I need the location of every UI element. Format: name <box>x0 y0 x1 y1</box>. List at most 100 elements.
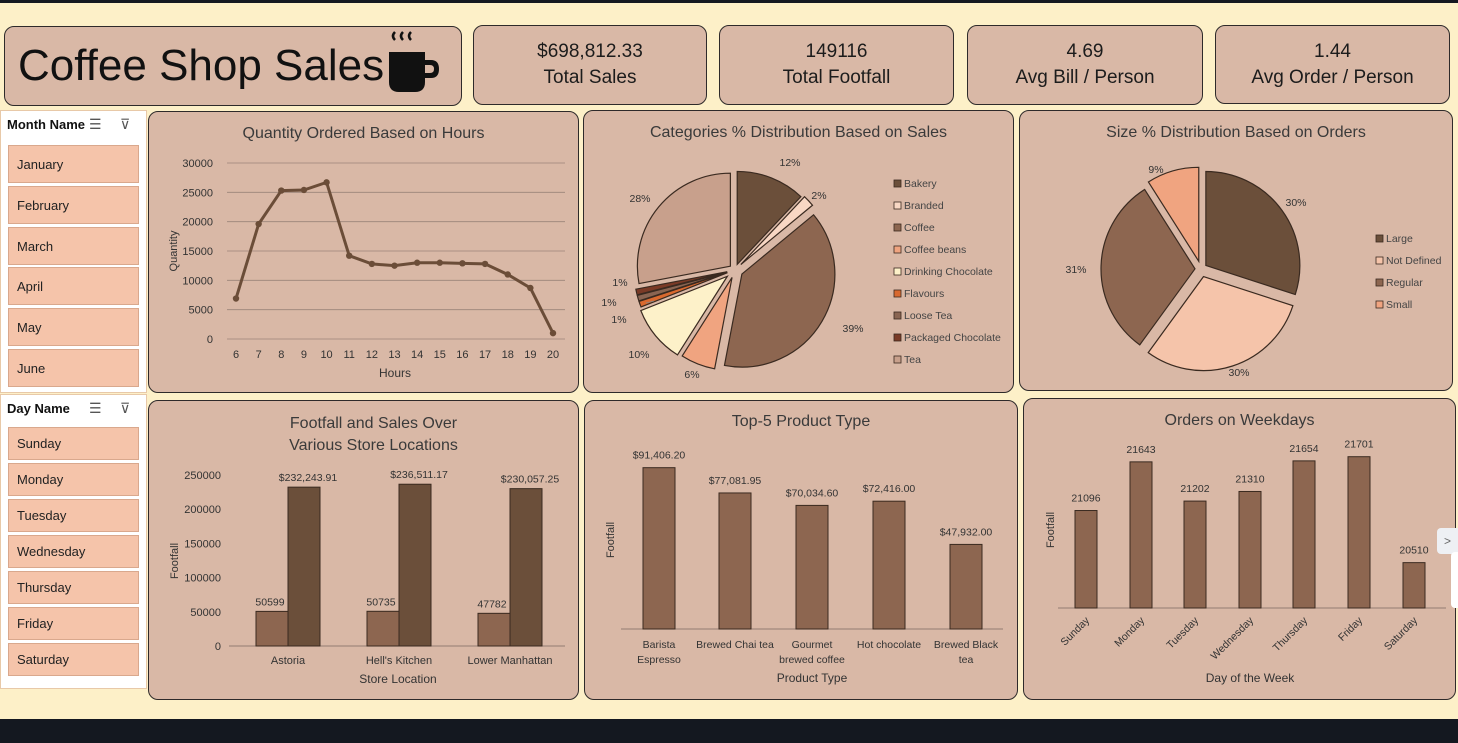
x-tick-label: 13 <box>388 349 400 361</box>
bar <box>642 467 676 630</box>
chart-card-sizes: Size % Distribution Based on Orders 30% 3… <box>1019 110 1453 391</box>
chart-card-hours: Quantity Ordered Based on Hours 0 5000 100… <box>148 111 579 393</box>
y-tick-label: 200000 <box>184 504 221 516</box>
bar <box>477 612 511 647</box>
slicer-item-tuesday[interactable]: Tuesday <box>8 499 139 532</box>
y-axis-label: Footfall <box>169 543 181 579</box>
bar <box>795 504 829 630</box>
bottom-bar <box>0 719 1458 743</box>
data-label: 47782 <box>477 598 506 610</box>
slice-label: 30% <box>1285 197 1306 209</box>
y-tick-label: 15000 <box>182 246 213 258</box>
legend-swatch <box>893 245 902 254</box>
slice-label: 39% <box>842 323 863 335</box>
slicer-item-saturday[interactable]: Saturday <box>8 643 139 676</box>
x-tick-label: brewed coffee <box>779 654 845 666</box>
clear-filter-icon[interactable]: ⊽ <box>120 116 130 133</box>
month-slicer-header: Month Name ☰ ⊽ <box>1 111 146 137</box>
slicer-item-march[interactable]: March <box>8 227 139 265</box>
bar <box>1347 456 1371 609</box>
products-bar-chart: $91,406.20 Barista Espresso $77,081.95 Brewe… <box>605 450 1003 685</box>
multi-select-icon[interactable]: ☰ <box>89 116 102 133</box>
legend-label: Regular <box>1386 277 1423 289</box>
legend-swatch <box>893 333 902 342</box>
x-tick-label: Espresso <box>637 654 681 666</box>
bar <box>255 610 289 647</box>
chart-card-categories: Categories % Distribution Based on Sales… <box>583 110 1014 393</box>
data-label: $72,416.00 <box>863 483 916 495</box>
slicer-item-wednesday[interactable]: Wednesday <box>8 535 139 568</box>
slice-label: 1% <box>611 314 626 326</box>
slicer-item-friday[interactable]: Friday <box>8 607 139 640</box>
kpi-label: Total Footfall <box>782 67 891 88</box>
multi-select-icon[interactable]: ☰ <box>89 400 102 417</box>
x-tick-label: 12 <box>366 349 378 361</box>
y-tick-label: 25000 <box>182 187 213 199</box>
data-point <box>232 295 240 302</box>
chart-card-weekdays: Orders on Weekdays 21096 Sunday 21643 Monda… <box>1023 398 1456 700</box>
categories-pie-chart: 12% 2% 39% 6% 10% 1% 1% 1% 28% Bakery Branded Coffe… <box>601 157 1001 381</box>
slice-label: 28% <box>629 193 650 205</box>
kpi-avg-bill: 4.69 Avg Bill / Person <box>967 25 1203 105</box>
month-slicer: Month Name ☰ ⊽ January February March Ap… <box>0 110 147 393</box>
slicer-item-january[interactable]: January <box>8 145 139 183</box>
x-tick-label: 17 <box>479 349 491 361</box>
legend-swatch <box>1375 300 1384 309</box>
slicer-item-thursday[interactable]: Thursday <box>8 571 139 604</box>
side-scroll-handle[interactable] <box>1451 552 1458 608</box>
legend-swatch <box>1375 234 1384 243</box>
kpi-total-sales: $698,812.33 Total Sales <box>473 25 707 105</box>
data-label: 21310 <box>1235 473 1264 485</box>
data-label: 21202 <box>1180 483 1209 495</box>
kpi-value: 1.44 <box>1314 40 1351 62</box>
data-point <box>300 186 308 194</box>
bar <box>949 543 983 630</box>
clear-filter-icon[interactable]: ⊽ <box>120 400 130 417</box>
hours-line-chart: 0 5000 10000 15000 20000 25000 30000 6 7 8 9 10 11 12… <box>168 158 565 380</box>
slicer-item-february[interactable]: February <box>8 186 139 224</box>
slicer-item-june[interactable]: June <box>8 349 139 387</box>
y-tick-label: 0 <box>215 641 221 653</box>
x-tick-label: Friday <box>1336 614 1366 644</box>
data-point <box>459 260 466 267</box>
slicer-item-sunday[interactable]: Sunday <box>8 427 139 460</box>
slice-label: 2% <box>811 190 826 202</box>
legend-label: Bakery <box>904 178 937 190</box>
x-tick-label: Monday <box>1112 614 1147 649</box>
legend-label: Drinking Chocolate <box>904 266 993 278</box>
title-card: Coffee Shop Sales <box>4 26 462 106</box>
y-tick-label: 0 <box>207 334 213 346</box>
data-point <box>481 260 489 268</box>
legend-swatch <box>893 311 902 320</box>
data-point <box>368 260 376 268</box>
slice-label: 10% <box>628 349 649 361</box>
slicer-item-april[interactable]: April <box>8 267 139 305</box>
x-tick-label: Barista <box>643 639 676 651</box>
day-slicer-title: Day Name <box>7 400 70 416</box>
bar <box>1183 500 1207 609</box>
legend-label: Large <box>1386 233 1413 245</box>
y-tick-label: 10000 <box>182 275 213 287</box>
legend-label: Coffee <box>904 222 935 234</box>
data-label: $77,081.95 <box>709 475 762 487</box>
day-slicer-header: Day Name ☰ ⊽ <box>1 395 146 421</box>
legend-label: Loose Tea <box>904 310 952 322</box>
data-label: 20510 <box>1399 545 1428 557</box>
x-tick-label: 14 <box>411 349 423 361</box>
x-tick-label: Sunday <box>1058 614 1092 648</box>
bar <box>1402 562 1426 609</box>
slice-label: 1% <box>612 277 627 289</box>
expand-panel-icon[interactable]: > <box>1437 528 1458 554</box>
slice-label: 6% <box>684 369 699 381</box>
legend-label: Tea <box>904 354 921 366</box>
data-point <box>323 179 330 186</box>
legend-label: Packaged Chocolate <box>904 332 1001 344</box>
data-label: $236,511.17 <box>390 469 448 481</box>
x-tick-label: Tuesday <box>1164 614 1201 651</box>
slicer-item-may[interactable]: May <box>8 308 139 346</box>
slicer-item-monday[interactable]: Monday <box>8 463 139 496</box>
locations-bar-chart: 0 50000 100000 150000 200000 250000 50599 $232,… <box>169 469 565 686</box>
pie-slice <box>636 172 731 285</box>
x-tick-label: 10 <box>320 349 332 361</box>
x-axis-label: Store Location <box>359 672 436 686</box>
